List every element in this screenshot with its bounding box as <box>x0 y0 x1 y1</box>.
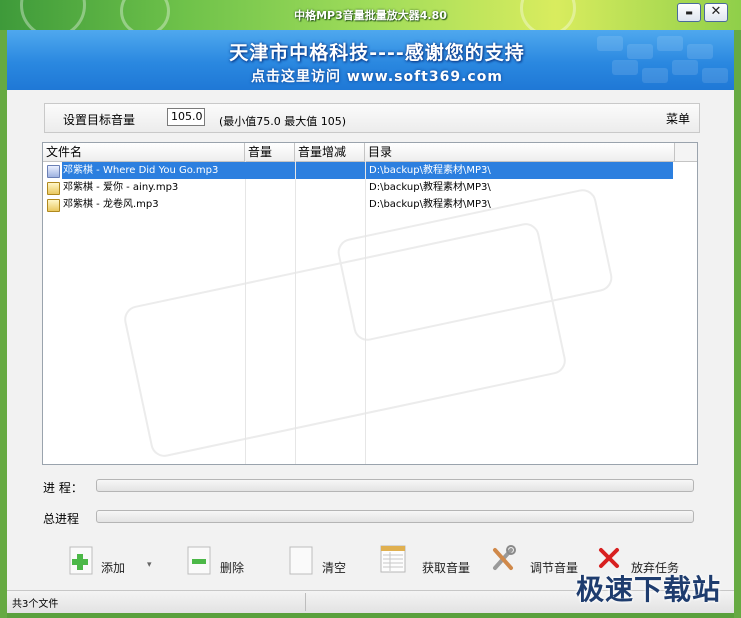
add-button-label: 添加 <box>101 561 126 575</box>
current-progress-bar <box>96 479 694 492</box>
total-progress-bar <box>96 510 694 523</box>
table-row[interactable]: 邓紫棋 - 龙卷风.mp3 D:\backup\教程素材\MP3\ <box>43 196 673 213</box>
clear-button-label: 清空 <box>322 561 347 575</box>
column-header-directory[interactable]: 目录 <box>365 143 675 161</box>
directory-cell: D:\backup\教程素材\MP3\ <box>369 199 491 210</box>
window-title: 中格MP3音量批量放大器4.80 <box>294 9 447 22</box>
add-button[interactable]: 添加 ▾ <box>67 546 167 582</box>
music-file-icon <box>47 182 60 195</box>
target-volume-label: 设置目标音量 <box>63 113 136 127</box>
volume-cell <box>246 196 295 213</box>
app-window: 中格MP3音量批量放大器4.80 ▬ ✕ 天津市中格科技----感谢您的支持 点… <box>0 0 741 618</box>
adjust-volume-button[interactable]: 调节音量 <box>489 545 589 582</box>
file-list[interactable]: 文件名 音量 音量增减 目录 邓紫棋 - Where Did You Go.mp… <box>42 142 698 465</box>
total-progress-label: 总进程 <box>43 512 80 526</box>
column-header-volume[interactable]: 音量 <box>245 143 295 161</box>
website-link[interactable]: 点击这里访问 www.soft369.com <box>7 66 734 86</box>
right-frame <box>734 30 741 618</box>
adjust-volume-label: 调节音量 <box>530 561 579 575</box>
volume-range-hint: (最小值75.0 最大值 105) <box>219 115 347 128</box>
gain-cell <box>296 196 365 213</box>
gain-cell <box>296 162 365 179</box>
file-name-cell: 邓紫棋 - Where Did You Go.mp3 <box>62 162 246 179</box>
promo-banner[interactable]: 天津市中格科技----感谢您的支持 点击这里访问 www.soft369.com <box>7 30 734 90</box>
table-row[interactable]: 邓紫棋 - Where Did You Go.mp3 D:\backup\教程素… <box>43 162 673 179</box>
clear-button[interactable]: 清空 <box>289 546 359 582</box>
target-volume-input[interactable] <box>167 108 205 126</box>
get-volume-label: 获取音量 <box>422 561 471 575</box>
status-separator <box>305 593 306 611</box>
file-name-cell: 邓紫棋 - 龙卷风.mp3 <box>63 199 159 210</box>
banner-title: 天津市中格科技----感谢您的支持 <box>229 42 525 64</box>
close-icon: ✕ <box>710 4 722 19</box>
table-row[interactable]: 邓紫棋 - 爱你 - ainy.mp3 D:\backup\教程素材\MP3\ <box>43 179 673 196</box>
title-bar[interactable]: 中格MP3音量批量放大器4.80 ▬ ✕ <box>0 0 741 38</box>
minimize-button[interactable]: ▬ <box>677 3 701 22</box>
minimize-icon: ▬ <box>685 8 693 17</box>
settings-toolbar: 设置目标音量 (最小值75.0 最大值 105) 菜单 <box>44 103 700 133</box>
music-file-icon <box>47 199 60 212</box>
progress-label: 进 程： <box>43 481 83 495</box>
gain-cell <box>296 179 365 196</box>
delete-button-label: 删除 <box>220 561 245 575</box>
column-header-gain[interactable]: 音量增减 <box>295 143 365 161</box>
file-count-status: 共3个文件 <box>12 599 59 610</box>
spreadsheet-icon <box>380 545 406 573</box>
volume-cell <box>246 179 295 196</box>
left-frame <box>0 30 7 618</box>
directory-cell: D:\backup\教程素材\MP3\ <box>369 182 491 193</box>
close-button[interactable]: ✕ <box>704 3 728 22</box>
header-corner <box>674 143 697 161</box>
delete-button[interactable]: 删除 <box>187 546 257 582</box>
file-name-cell: 邓紫棋 - 爱你 - ainy.mp3 <box>63 182 179 193</box>
add-dropdown-icon[interactable]: ▾ <box>147 560 152 570</box>
directory-cell: D:\backup\教程素材\MP3\ <box>366 162 673 179</box>
site-watermark: 极速下载站 <box>575 573 721 606</box>
column-header-filename[interactable]: 文件名 <box>43 143 245 161</box>
get-volume-button[interactable]: 获取音量 <box>379 545 479 582</box>
music-file-icon <box>47 165 60 178</box>
delete-icon <box>187 546 211 575</box>
add-icon <box>69 546 93 575</box>
volume-cell <box>246 162 295 179</box>
clear-icon <box>289 546 313 575</box>
menu-button[interactable]: 菜单 <box>666 110 690 127</box>
tools-icon <box>493 545 516 570</box>
list-header: 文件名 音量 音量增减 目录 <box>43 143 697 162</box>
main-panel: 设置目标音量 (最小值75.0 最大值 105) 菜单 文件名 音量 音量增减 … <box>7 90 734 590</box>
